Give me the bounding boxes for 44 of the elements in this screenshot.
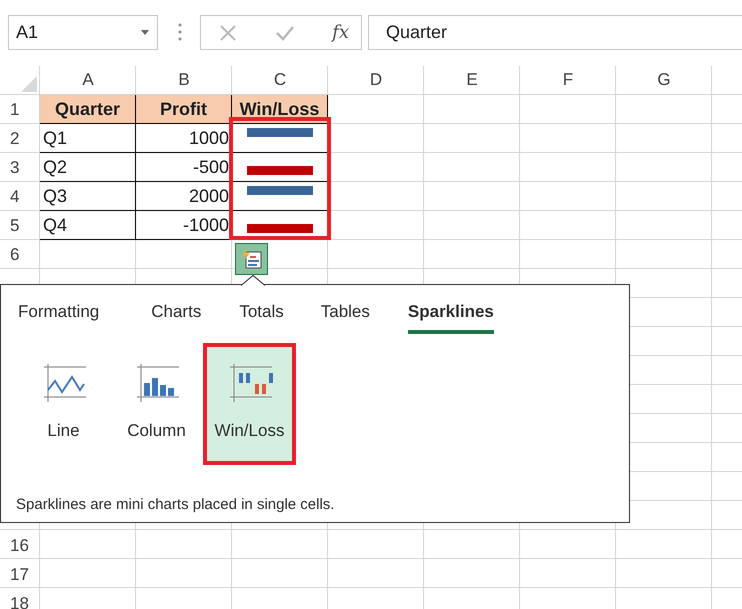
insert-function-button[interactable]: fx [332,22,349,43]
sparkline-option[interactable]: Line [17,343,110,465]
column-header[interactable]: B [178,66,190,94]
column-header[interactable]: F [562,66,574,94]
table-cell: -1000 [136,211,232,240]
row-number: 3 [9,156,20,178]
column-header[interactable]: G [657,66,671,94]
dropdown-caret-icon[interactable] [141,30,149,35]
table-cell: Q3 [40,182,136,211]
column-header[interactable]: C [274,66,286,94]
table-cell: Q4 [40,211,136,240]
row-number: 6 [9,244,20,266]
header-cell: Quarter [40,95,136,124]
quick-analysis-button[interactable] [235,243,268,275]
formula-field[interactable]: Quarter [368,15,742,50]
cancel-icon[interactable] [219,24,237,42]
description-text: Sparklines are mini charts placed in single cells. [16,496,334,513]
row-number: 1 [9,98,20,120]
column-header[interactable]: A [82,66,94,94]
tab[interactable]: Sparklines [408,301,494,334]
tab[interactable]: Totals [239,301,284,334]
table-cell: 2000 [136,182,232,211]
table-cell: Q2 [40,153,136,182]
row-number: 17 [9,564,30,586]
row-number: 4 [9,186,20,208]
row-number: 5 [9,214,20,236]
tab[interactable]: Formatting [18,301,100,334]
sparkline-option[interactable]: Win/Loss [203,343,296,465]
column-header[interactable]: E [466,66,478,94]
table-cell: 1000 [136,124,232,153]
column-header[interactable]: D [370,66,382,94]
row-number: 18 [9,592,30,609]
row-number: 2 [9,128,20,150]
tab[interactable]: Charts [151,301,202,334]
row-number: 16 [9,534,30,556]
header-cell: Profit [136,95,232,124]
drag-handle-icon[interactable] [178,23,182,41]
tab[interactable]: Tables [320,301,370,334]
table-cell: Q1 [40,124,136,153]
table-cell: -500 [136,153,232,182]
sparkline-option[interactable]: Column [110,343,203,465]
quick-analysis-icon [240,248,262,270]
name-box[interactable]: A1 [8,15,158,50]
check-icon[interactable] [276,24,294,42]
